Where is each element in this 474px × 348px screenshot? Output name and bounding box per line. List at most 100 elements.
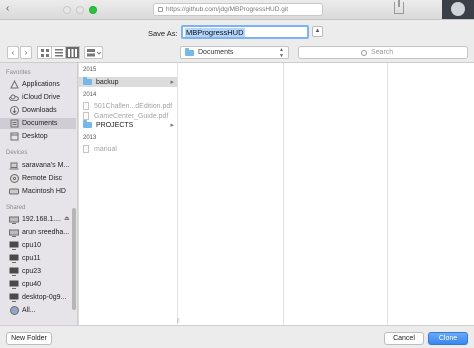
list-item-pdf-1[interactable]: 501Challen...dEdition.pdf bbox=[79, 101, 177, 111]
sidebar-item-label: cpu23 bbox=[22, 268, 42, 275]
cancel-button[interactable]: Cancel bbox=[384, 332, 424, 345]
updown-icon: ▲ ▼ bbox=[279, 47, 284, 59]
zoom-dot[interactable] bbox=[89, 6, 97, 14]
eject-icon[interactable]: ⏏ bbox=[64, 215, 70, 222]
column-resize-handle[interactable]: || bbox=[177, 318, 180, 324]
sidebar-item-cpu40[interactable]: cpu40 bbox=[0, 279, 76, 290]
applications-icon bbox=[9, 80, 19, 89]
monitor-icon bbox=[9, 293, 19, 302]
network-icon bbox=[9, 306, 19, 315]
item-label: GameCenter_Guide.pdf bbox=[94, 112, 169, 120]
sidebar: Favorites Applications iCloud Drive Down… bbox=[0, 63, 78, 325]
chevron-right-icon: ▸ bbox=[170, 122, 174, 129]
columns-icon bbox=[68, 48, 77, 57]
downloads-icon bbox=[9, 106, 19, 115]
chevron-left-icon[interactable]: ‹ bbox=[6, 3, 9, 14]
server-icon bbox=[9, 215, 19, 224]
save-as-value: MBProgressHUD bbox=[185, 27, 245, 37]
chevron-up-icon: ▲ bbox=[314, 28, 321, 34]
list-view-button[interactable] bbox=[51, 46, 66, 59]
item-label: manual bbox=[94, 145, 117, 153]
documents-icon bbox=[9, 119, 19, 128]
back-button[interactable]: ‹ bbox=[7, 46, 19, 59]
monitor-icon bbox=[9, 241, 19, 250]
group-header-2013: 2013 bbox=[83, 135, 97, 141]
item-label: 501Challen...dEdition.pdf bbox=[94, 102, 173, 110]
item-label: backup bbox=[96, 78, 119, 86]
sidebar-item-label: Remote Disc bbox=[22, 175, 63, 182]
empty-column-3 bbox=[284, 63, 388, 325]
sidebar-item-label: Applications bbox=[22, 81, 60, 88]
location-label: Documents bbox=[198, 49, 234, 56]
sidebar-item-desktop[interactable]: Desktop bbox=[0, 131, 76, 142]
sidebar-item-cpu10[interactable]: cpu10 bbox=[0, 240, 76, 251]
location-popup[interactable]: Documents ▲ ▼ bbox=[180, 46, 289, 59]
address-bar[interactable]: https://github.com/jdg/MBProgressHUD.git bbox=[153, 3, 323, 16]
disc-icon bbox=[9, 174, 19, 183]
document-icon bbox=[83, 102, 89, 110]
dialog-toolbar: ‹ › Documents ▲ ▼ Search bbox=[0, 45, 474, 63]
minimize-dot[interactable] bbox=[76, 6, 84, 14]
list-item-backup[interactable]: backup ▸ bbox=[79, 77, 177, 87]
address-text: https://github.com/jdg/MBProgressHUD.git bbox=[166, 6, 289, 13]
icon-view-button[interactable] bbox=[37, 46, 52, 59]
sidebar-item-remote-disc[interactable]: Remote Disc bbox=[0, 173, 76, 184]
save-as-label: Save As: bbox=[148, 29, 178, 38]
sidebar-item-shared-2[interactable]: arun sreedha... bbox=[0, 227, 76, 238]
list-icon bbox=[54, 48, 63, 56]
sidebar-item-label: desktop-0g9... bbox=[22, 294, 67, 301]
chevron-right-icon: ▸ bbox=[170, 79, 174, 86]
server-icon bbox=[9, 228, 19, 237]
sidebar-scrollbar[interactable] bbox=[72, 208, 76, 310]
search-input[interactable]: Search bbox=[298, 46, 468, 59]
sidebar-item-downloads[interactable]: Downloads bbox=[0, 105, 76, 116]
monitor-icon bbox=[9, 254, 19, 263]
sidebar-item-label: cpu11 bbox=[22, 255, 41, 262]
sidebar-item-macbook[interactable]: saravana's M... bbox=[0, 160, 76, 171]
window-titlebar: ‹ https://github.com/jdg/MBProgressHUD.g… bbox=[0, 0, 474, 20]
sidebar-item-applications[interactable]: Applications bbox=[0, 79, 76, 90]
folder-icon bbox=[83, 120, 92, 128]
column-view-button[interactable] bbox=[65, 46, 80, 59]
list-item-manual[interactable]: manual bbox=[79, 144, 177, 154]
sidebar-item-cpu23[interactable]: cpu23 bbox=[0, 266, 76, 277]
desktop-icon bbox=[9, 132, 19, 141]
cloud-icon bbox=[9, 93, 19, 102]
item-label: PROJECTS bbox=[96, 121, 134, 129]
arrange-button[interactable] bbox=[84, 46, 103, 59]
chevron-left-icon: ‹ bbox=[11, 48, 15, 57]
empty-column-4 bbox=[388, 63, 474, 325]
sidebar-item-macintosh-hd[interactable]: Macintosh HD bbox=[0, 186, 76, 197]
document-icon bbox=[83, 112, 89, 120]
sidebar-item-cpu11[interactable]: cpu11 bbox=[0, 253, 76, 264]
group-header-2015: 2015 bbox=[83, 67, 97, 73]
dialog-footer: New Folder Cancel Clone bbox=[0, 325, 474, 348]
share-icon[interactable] bbox=[394, 0, 404, 14]
window-controls bbox=[63, 6, 97, 14]
sidebar-item-icloud-drive[interactable]: iCloud Drive bbox=[0, 92, 76, 103]
close-dot[interactable] bbox=[63, 6, 71, 14]
clone-button[interactable]: Clone bbox=[428, 332, 468, 345]
sidebar-item-label: cpu10 bbox=[22, 242, 42, 249]
shared-header: Shared bbox=[6, 205, 26, 211]
documents-column: 2015 backup ▸ 2014 501Challen...dEdition… bbox=[79, 63, 180, 325]
list-item-projects[interactable]: PROJECTS ▸ bbox=[79, 120, 177, 130]
new-folder-button[interactable]: New Folder bbox=[6, 332, 52, 345]
grid-icon bbox=[40, 48, 49, 57]
sidebar-item-desktop-host[interactable]: desktop-0g9... bbox=[0, 292, 76, 303]
save-as-field[interactable]: MBProgressHUD bbox=[181, 25, 309, 39]
view-mode-segment bbox=[37, 46, 80, 59]
sidebar-item-label: 192.168.1.... bbox=[22, 216, 61, 223]
laptop-icon bbox=[9, 161, 19, 170]
folder-icon bbox=[185, 47, 194, 56]
document-icon bbox=[83, 145, 89, 153]
sidebar-item-all[interactable]: All... bbox=[0, 305, 76, 316]
empty-column-2 bbox=[183, 63, 284, 325]
save-as-row: Save As: MBProgressHUD ▲ bbox=[0, 20, 474, 45]
sidebar-item-documents[interactable]: Documents bbox=[0, 118, 76, 129]
forward-button[interactable]: › bbox=[20, 46, 32, 59]
search-icon bbox=[361, 49, 367, 56]
expand-dialog-button[interactable]: ▲ bbox=[312, 26, 323, 37]
sidebar-item-label: arun sreedha... bbox=[22, 229, 70, 236]
lock-icon bbox=[158, 7, 163, 12]
